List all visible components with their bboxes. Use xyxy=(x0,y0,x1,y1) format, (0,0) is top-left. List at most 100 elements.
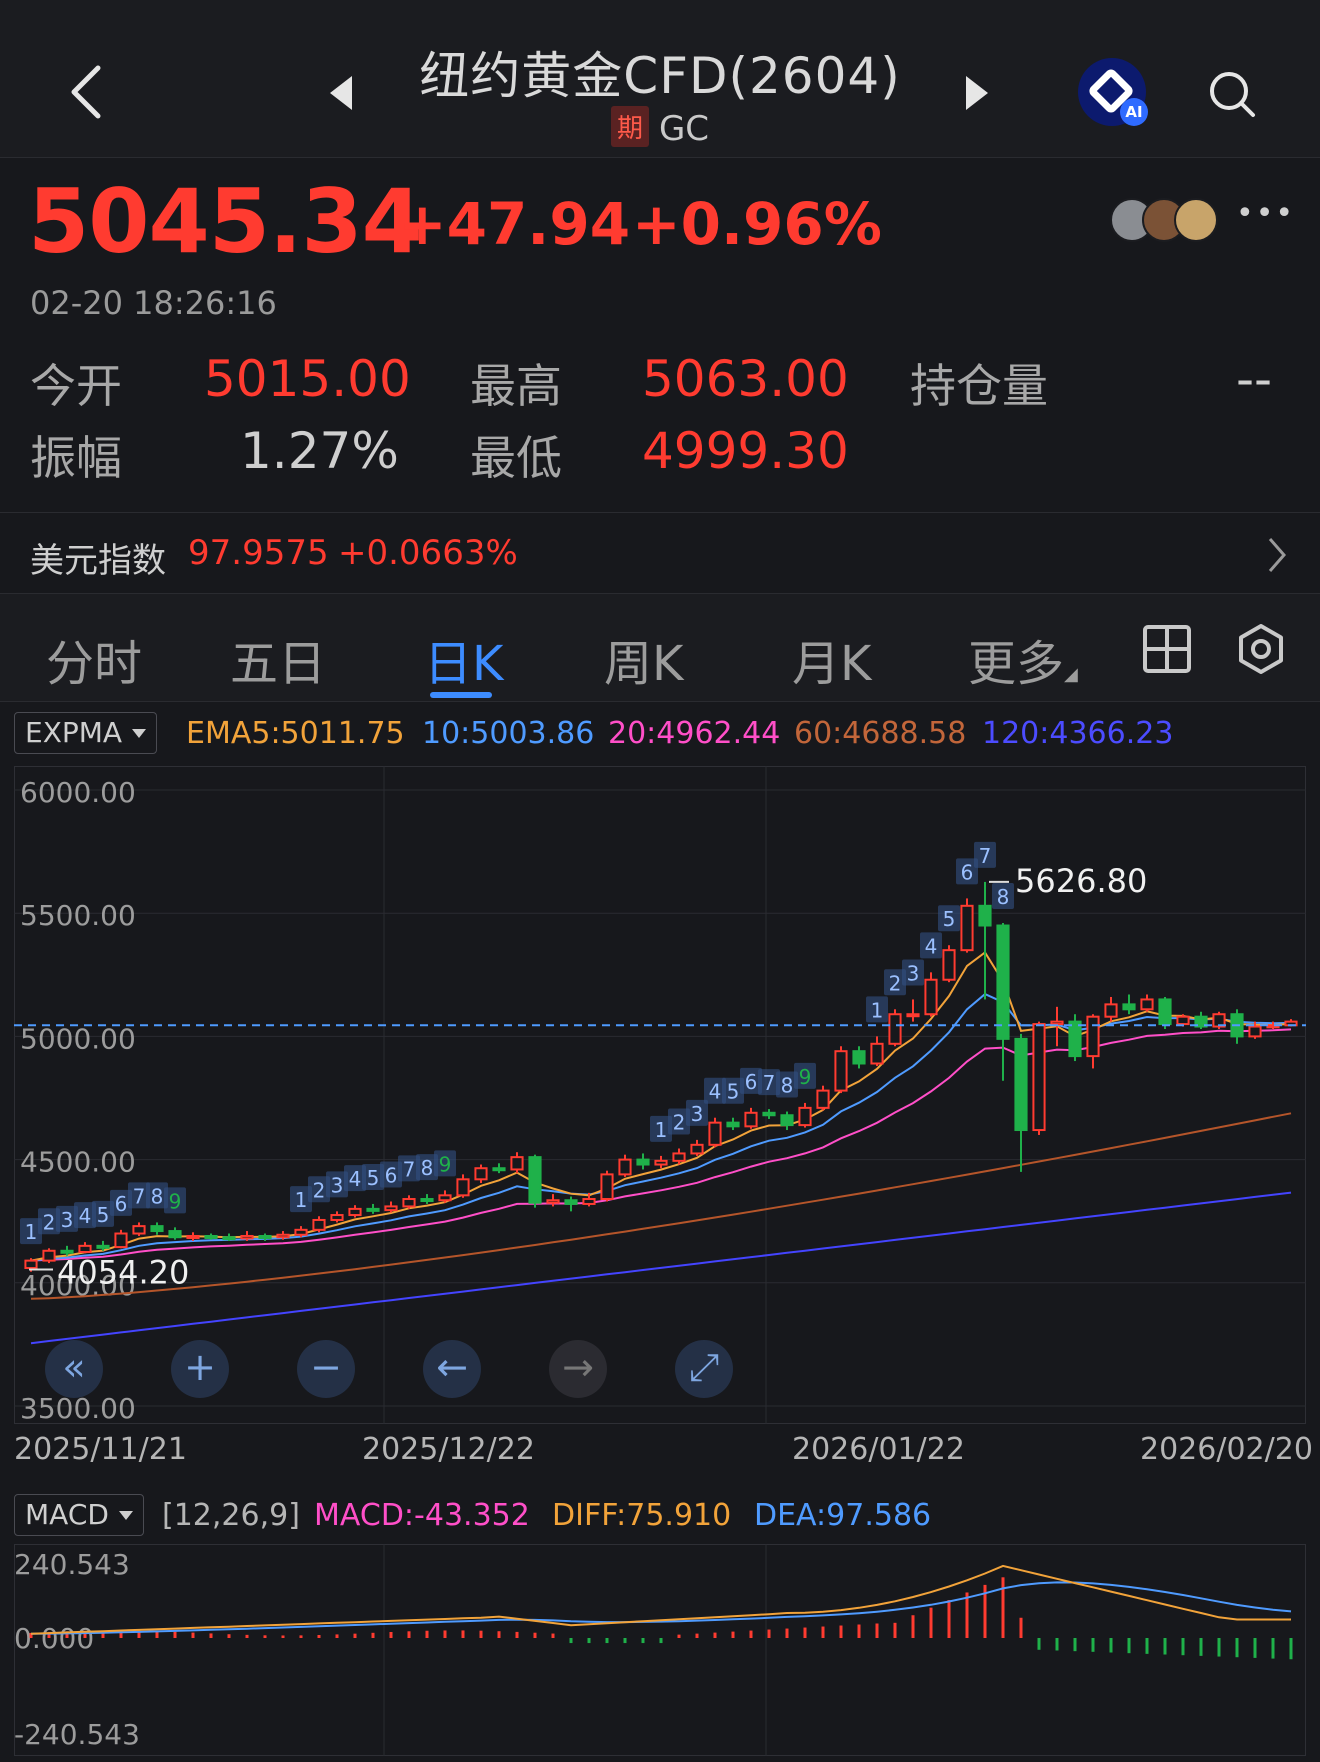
fullscreen-icon[interactable]: ⤢ xyxy=(675,1340,733,1398)
macd-histogram-bar xyxy=(245,1634,249,1638)
macd-histogram-bar xyxy=(587,1638,591,1644)
search-icon[interactable] xyxy=(1208,70,1258,120)
tab-weekly-k[interactable]: 周K xyxy=(604,624,683,694)
macd-indicator-select[interactable]: MACD xyxy=(14,1494,144,1536)
ema120-value: 120:4366.23 xyxy=(982,716,1174,751)
candle-body xyxy=(1140,998,1154,1011)
macd-histogram-bar xyxy=(461,1630,465,1638)
macd-histogram-bar xyxy=(1001,1577,1005,1638)
ema20-value: 20:4962.44 xyxy=(608,716,781,751)
candle-body xyxy=(294,1228,308,1236)
macd-histogram-bar xyxy=(893,1622,897,1638)
tab-monthly-k[interactable]: 月K xyxy=(792,624,871,694)
candle-body xyxy=(132,1225,146,1235)
macd-legend: MACD [12,26,9] MACD:-43.352 DIFF:75.910 … xyxy=(14,1494,1314,1538)
td-count-label: 3 xyxy=(331,1173,344,1197)
x-axis-label: 2025/11/21 xyxy=(14,1432,187,1467)
usd-index-label: 美元指数 xyxy=(30,541,166,581)
top-bar: 纽约黄金CFD(2604) 期 GC AI xyxy=(0,0,1320,158)
watcher-avatars[interactable] xyxy=(1110,198,1226,242)
macd-histogram-bar xyxy=(803,1627,807,1638)
price-change-pct: +0.96% xyxy=(632,190,882,258)
tab-more[interactable]: 更多◢ xyxy=(968,624,1078,694)
macd-histogram-bar xyxy=(695,1633,699,1638)
candle-body xyxy=(1032,1023,1046,1132)
macd-histogram-bar xyxy=(425,1630,429,1638)
macd-chart[interactable]: 240.543 0.000 -240.543 xyxy=(14,1544,1306,1756)
td-count-label: 2 xyxy=(313,1178,326,1202)
zoom-in-icon[interactable]: + xyxy=(171,1340,229,1398)
price-change: +47.94 xyxy=(398,190,631,258)
high-label: 最高 xyxy=(470,359,562,413)
td-count-label: 8 xyxy=(997,885,1010,909)
diff-value: DIFF:75.910 xyxy=(552,1498,732,1533)
macd-histogram-bar xyxy=(749,1630,753,1638)
td-count-label: 7 xyxy=(763,1071,776,1095)
macd-histogram-bar xyxy=(713,1632,717,1638)
x-axis-label: 2025/12/22 xyxy=(362,1432,535,1467)
ema60-value: 60:4688.58 xyxy=(794,716,967,751)
macd-params: [12,26,9] xyxy=(162,1498,300,1533)
avatar xyxy=(1174,198,1218,242)
candle-body xyxy=(348,1207,362,1217)
candle-body xyxy=(366,1207,380,1212)
macd-histogram-bar xyxy=(443,1630,447,1638)
td-count-label: 2 xyxy=(889,971,902,995)
td-count-label: 9 xyxy=(439,1152,452,1176)
dea-value: DEA:97.586 xyxy=(754,1498,932,1533)
macd-histogram-bar xyxy=(407,1631,411,1638)
tab-five-day[interactable]: 五日 xyxy=(230,624,326,694)
candle-body xyxy=(168,1230,182,1239)
indicator-select[interactable]: EXPMA xyxy=(14,712,158,754)
candle-body xyxy=(1248,1025,1262,1038)
low-label: 最低 xyxy=(470,431,562,485)
futures-tag: 期 xyxy=(610,106,649,147)
macd-histogram-bar xyxy=(317,1634,321,1638)
usd-index-bar[interactable]: 美元指数 97.9575 +0.0663% xyxy=(0,512,1320,594)
macd-histogram-bar xyxy=(1145,1638,1149,1654)
next-contract-icon[interactable] xyxy=(966,76,988,110)
macd-histogram-bar xyxy=(479,1630,483,1638)
td-count-label: 1 xyxy=(871,998,884,1022)
macd-histogram-bar xyxy=(389,1631,393,1638)
more-options-icon[interactable]: ••• xyxy=(1236,196,1295,231)
candle-body xyxy=(438,1194,452,1202)
macd-histogram-bar xyxy=(1163,1638,1167,1655)
candlestick-chart[interactable]: 6000.005500.005000.004500.004000.003500.… xyxy=(14,766,1306,1424)
candle-body xyxy=(420,1198,434,1203)
td-count-label: 6 xyxy=(115,1192,128,1216)
layout-grid-icon[interactable] xyxy=(1142,624,1192,674)
td-count-label: 5 xyxy=(727,1080,740,1104)
quote-time: 02-20 18:26:16 xyxy=(30,284,277,322)
ai-assistant-icon[interactable]: AI xyxy=(1078,58,1148,126)
candle-body xyxy=(1158,998,1172,1026)
zoom-out-icon[interactable]: − xyxy=(297,1340,355,1398)
macd-histogram-bar xyxy=(191,1632,195,1638)
back-arrow-icon[interactable] xyxy=(64,62,108,122)
open-interest-value: -- xyxy=(1236,350,1273,408)
macd-histogram-bar xyxy=(1181,1638,1185,1656)
macd-histogram-bar xyxy=(1271,1638,1275,1659)
macd-histogram-bar xyxy=(1037,1638,1041,1650)
scroll-left-icon[interactable]: ← xyxy=(423,1340,481,1398)
usd-index-value: 97.9575 xyxy=(188,533,329,573)
td-count-label: 5 xyxy=(367,1166,380,1190)
td-count-label: 8 xyxy=(781,1074,794,1098)
candle-body xyxy=(834,1050,848,1092)
candle-body xyxy=(78,1244,92,1253)
candle-body xyxy=(456,1178,470,1197)
scroll-right-icon[interactable]: → xyxy=(549,1340,607,1398)
td-count-label: 4 xyxy=(79,1204,92,1228)
candle-body xyxy=(204,1234,218,1239)
candle-body xyxy=(492,1167,506,1172)
macd-histogram-bar xyxy=(875,1623,879,1638)
tab-intraday[interactable]: 分时 xyxy=(46,624,142,694)
open-interest-label: 持仓量 xyxy=(910,359,1048,413)
jump-start-icon[interactable]: « xyxy=(45,1340,103,1398)
prev-contract-icon[interactable] xyxy=(330,76,352,110)
candle-body xyxy=(762,1111,776,1117)
settings-icon[interactable] xyxy=(1236,624,1286,674)
tab-daily-k[interactable]: 日K xyxy=(424,624,503,694)
open-value: 5015.00 xyxy=(204,350,411,408)
macd-axis-label: -240.543 xyxy=(14,1718,140,1751)
